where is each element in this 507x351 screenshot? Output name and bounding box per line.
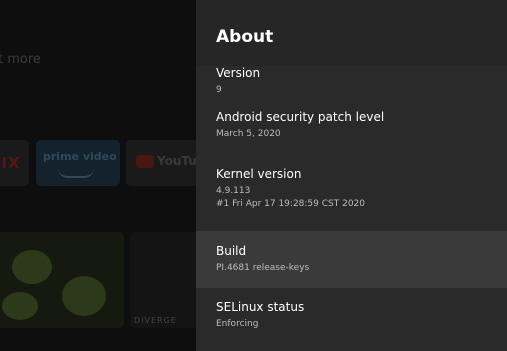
- about-list: Version 9 Android security patch level M…: [196, 60, 507, 348]
- item-value: 9: [216, 85, 222, 95]
- youtube-tile: YouTube: [126, 140, 196, 186]
- thumbnail-shape: [12, 250, 52, 284]
- thumbnail-shape: [62, 276, 106, 316]
- item-value: Enforcing: [216, 319, 259, 329]
- netflix-tile: LIX: [0, 140, 29, 186]
- list-item-selinux-status[interactable]: SELinux status Enforcing: [196, 288, 507, 348]
- youtube-logo: YouTube: [157, 154, 196, 168]
- youtube-play-icon: [136, 155, 154, 168]
- item-value: March 5, 2020: [216, 129, 281, 139]
- thumbnail-caption: DIVERGE: [134, 316, 177, 325]
- list-item-security-patch[interactable]: Android security patch level March 5, 20…: [196, 104, 507, 161]
- prime-video-logo: prime video: [43, 150, 117, 163]
- item-value: 4.9.113: [216, 186, 251, 196]
- item-label: Build: [216, 244, 247, 258]
- content-thumbnail-dark: DIVERGE: [130, 232, 196, 328]
- list-item-build[interactable]: Build PI.4681 release-keys: [196, 231, 507, 288]
- item-label: Kernel version: [216, 167, 302, 181]
- netflix-logo: LIX: [0, 154, 21, 172]
- item-label: SELinux status: [216, 300, 305, 314]
- prime-smile-icon: [58, 168, 94, 178]
- about-settings-panel: About Version 9 Android security patch l…: [196, 0, 507, 351]
- list-item-kernel-version[interactable]: Kernel version 4.9.113 #1 Fri Apr 17 19:…: [196, 161, 507, 231]
- item-value: PI.4681 release-keys: [216, 263, 310, 273]
- item-value-detail: #1 Fri Apr 17 19:28:59 CST 2020: [216, 199, 365, 209]
- launcher-background: t more LIX prime video YouTube › DIVERGE: [0, 0, 196, 351]
- content-thumbnail: [0, 232, 124, 328]
- thumbnail-shape: [2, 292, 38, 320]
- prime-video-tile: prime video: [36, 140, 120, 186]
- launcher-row-title: t more: [0, 52, 41, 67]
- list-item-version[interactable]: Version 9: [196, 60, 507, 104]
- page-title: About: [216, 27, 274, 47]
- item-label: Version: [216, 66, 261, 80]
- item-label: Android security patch level: [216, 110, 385, 124]
